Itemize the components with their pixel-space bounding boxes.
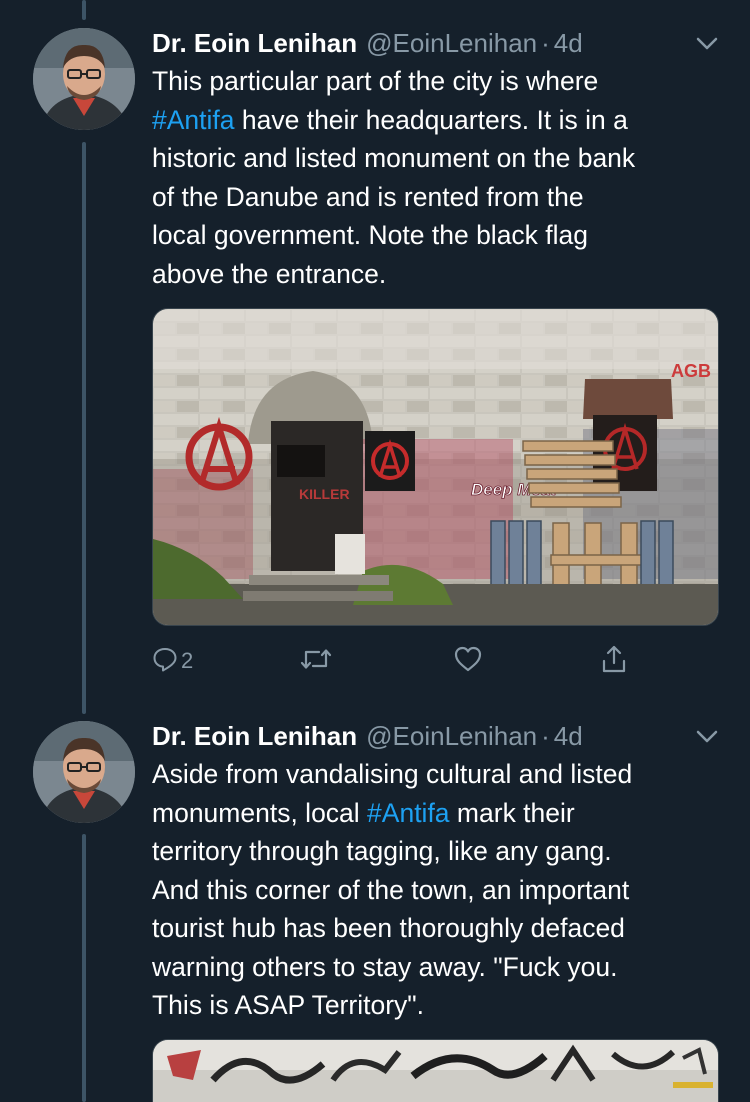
like-icon bbox=[453, 645, 483, 678]
tweet-header: Dr. Eoin Lenihan @EoinLenihan · 4d bbox=[152, 28, 583, 62]
retweet-icon bbox=[299, 646, 333, 677]
reply-button[interactable]: 2 bbox=[152, 644, 193, 678]
hashtag-link[interactable]: #Antifa bbox=[152, 105, 235, 135]
tweet-text-line: And this corner of the town, an importan… bbox=[152, 874, 630, 905]
reply-icon bbox=[152, 646, 178, 677]
tweet-text-line: #Antifa have their headquarters. It is i… bbox=[152, 104, 628, 135]
tweet-text-line: warning others to stay away. "Fuck you. bbox=[152, 951, 618, 982]
tweet-header: Dr. Eoin Lenihan @EoinLenihan · 4d bbox=[152, 721, 583, 755]
separator: · bbox=[541, 721, 550, 751]
tweet-text-line: territory through tagging, like any gang… bbox=[152, 836, 612, 866]
share-icon bbox=[600, 644, 628, 679]
share-button[interactable] bbox=[600, 644, 628, 678]
chevron-down-icon[interactable] bbox=[694, 725, 720, 747]
reply-count: 2 bbox=[181, 648, 194, 673]
tweet-photo[interactable] bbox=[152, 1039, 719, 1102]
avatar[interactable] bbox=[33, 28, 135, 130]
hashtag-link[interactable]: #Antifa bbox=[367, 798, 450, 828]
timeline-feed: Dr. Eoin Lenihan @EoinLenihan · 4d This … bbox=[0, 0, 750, 1102]
tweet-text-line: Aside from vandalising cultural and list… bbox=[152, 759, 633, 789]
author-handle[interactable]: @EoinLenihan bbox=[366, 28, 537, 59]
tweet-text-line: tourist hub has been thoroughly defaced bbox=[152, 913, 625, 943]
timestamp[interactable]: 4d bbox=[554, 28, 583, 59]
tweet[interactable]: Dr. Eoin Lenihan @EoinLenihan · 4d This … bbox=[0, 28, 750, 688]
tweet[interactable]: Dr. Eoin Lenihan @EoinLenihan · 4d Aside… bbox=[0, 721, 750, 1102]
tweet-text-line: above the entrance. bbox=[152, 258, 387, 289]
tweet-text: This particular part of the city is wher… bbox=[152, 62, 727, 293]
tweet-text-line: of the Danube and is rented from the bbox=[152, 181, 584, 212]
like-button[interactable] bbox=[453, 644, 486, 678]
graffiti-tag-text: AGB bbox=[671, 361, 711, 381]
author-handle[interactable]: @EoinLenihan bbox=[366, 721, 537, 752]
tweet-photo[interactable]: KILLER Deep Meat AGB bbox=[152, 308, 719, 626]
tweet-text-line: monuments, local #Antifa mark their bbox=[152, 797, 575, 828]
photo-graffiti-building: KILLER Deep Meat AGB bbox=[153, 309, 718, 625]
avatar[interactable] bbox=[33, 721, 135, 823]
tweet-text-line: local government. Note the black flag bbox=[152, 220, 589, 250]
separator: · bbox=[541, 28, 550, 58]
author-name[interactable]: Dr. Eoin Lenihan bbox=[152, 28, 357, 59]
tweet-actions: 2 bbox=[152, 644, 632, 678]
timestamp[interactable]: 4d bbox=[554, 721, 583, 752]
graffiti-door-text: KILLER bbox=[299, 486, 350, 502]
tweet-text: Aside from vandalising cultural and list… bbox=[152, 755, 727, 1025]
tweet-text-line: This is ASAP Territory". bbox=[152, 990, 425, 1020]
author-name[interactable]: Dr. Eoin Lenihan bbox=[152, 721, 357, 752]
tweet-text-line: historic and listed monument on the bank bbox=[152, 143, 636, 173]
photo-graffiti-wall bbox=[153, 1040, 718, 1102]
thread-line-top bbox=[82, 0, 86, 20]
retweet-button[interactable] bbox=[299, 644, 336, 678]
chevron-down-icon[interactable] bbox=[694, 32, 720, 54]
tweet-text-line: This particular part of the city is wher… bbox=[152, 66, 599, 96]
